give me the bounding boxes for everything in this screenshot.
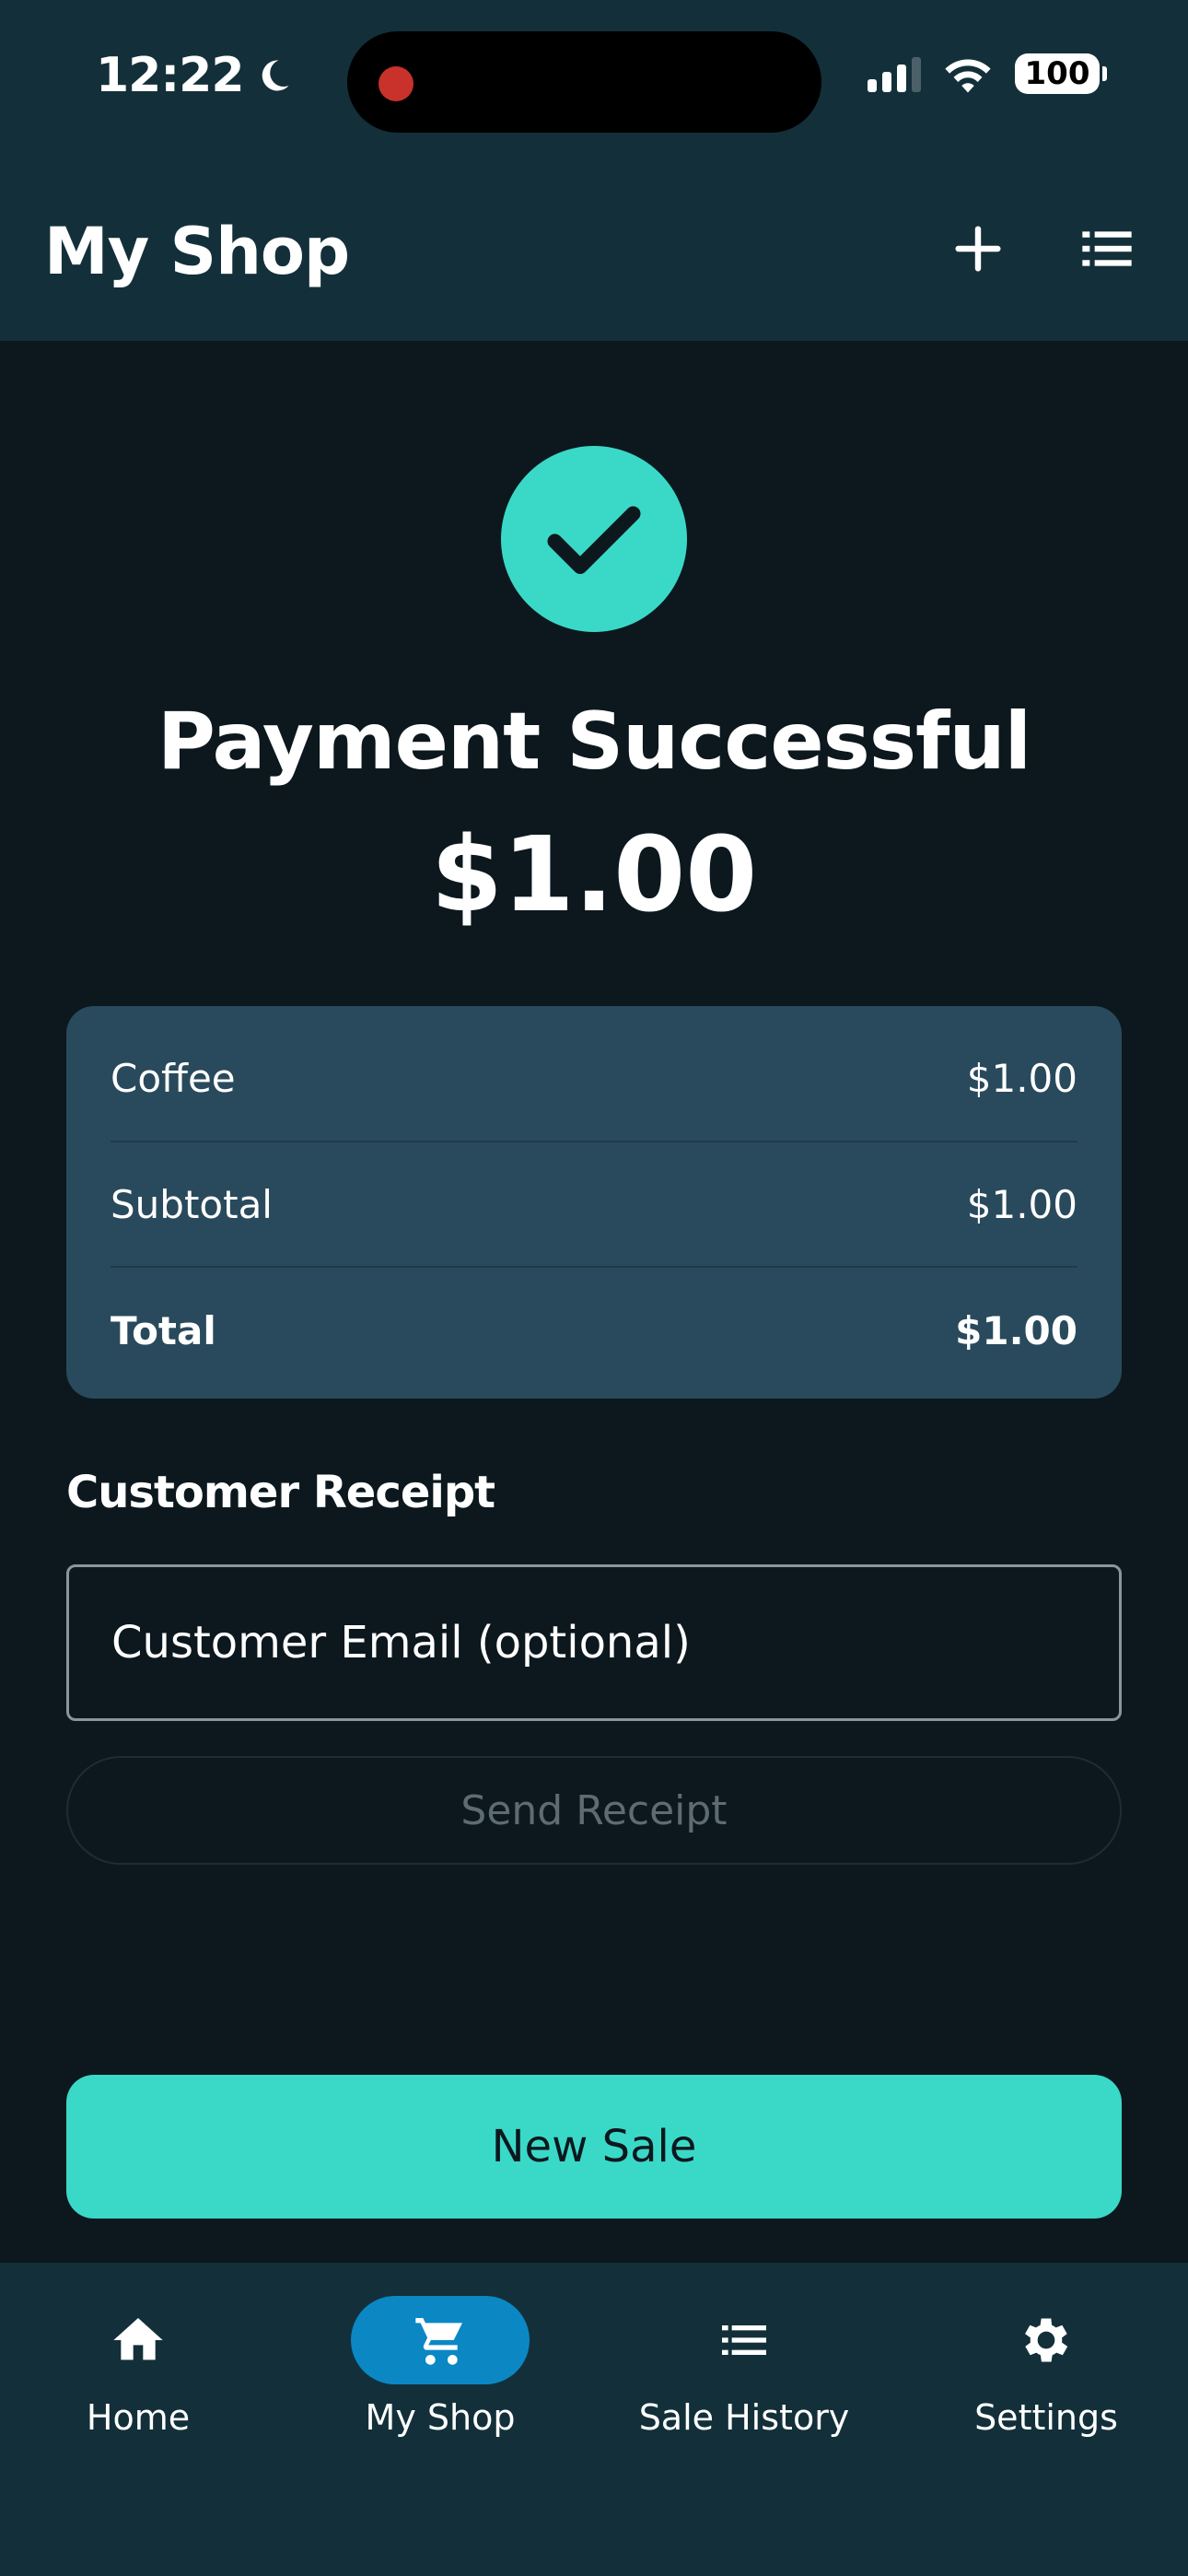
dynamic-island [347, 31, 821, 133]
summary-row-item: Coffee $1.00 [111, 1006, 1077, 1142]
summary-label: Total [111, 1307, 216, 1353]
list-icon[interactable] [1077, 219, 1136, 278]
payment-status-title: Payment Successful [157, 696, 1031, 788]
send-receipt-button[interactable]: Send Receipt [66, 1756, 1122, 1865]
nav-label: Settings [974, 2397, 1118, 2438]
page-title: My Shop [44, 214, 350, 289]
top-bar-region: 12:22 100 My Shop [0, 0, 1188, 341]
nav-label: Home [86, 2397, 191, 2438]
nav-item-settings[interactable]: Settings [908, 2296, 1184, 2471]
nav-icon-container [655, 2296, 833, 2384]
new-sale-button[interactable]: New Sale [66, 2075, 1122, 2219]
nav-item-my-shop[interactable]: My Shop [302, 2296, 578, 2471]
summary-label: Coffee [111, 1055, 236, 1101]
nav-label: My Shop [365, 2397, 516, 2438]
nav-icon-container [351, 2296, 530, 2384]
status-time: 12:22 [96, 48, 294, 103]
recording-indicator [379, 66, 413, 101]
nav-label: Sale History [638, 2397, 850, 2438]
summary-value: $1.00 [966, 1055, 1077, 1101]
summary-value: $1.00 [966, 1181, 1077, 1227]
payment-amount: $1.00 [430, 815, 758, 935]
customer-receipt-heading: Customer Receipt [66, 1467, 495, 1518]
nav-item-sale-history[interactable]: Sale History [606, 2296, 882, 2471]
cellular-signal-icon [868, 55, 921, 92]
order-summary-card: Coffee $1.00 Subtotal $1.00 Total $1.00 [66, 1006, 1122, 1399]
summary-label: Subtotal [111, 1181, 273, 1227]
summary-row-subtotal: Subtotal $1.00 [111, 1142, 1077, 1268]
nav-item-home[interactable]: Home [0, 2296, 276, 2471]
app-header: My Shop [0, 175, 1188, 341]
status-time-text: 12:22 [96, 48, 245, 103]
success-badge [501, 446, 687, 632]
wifi-icon [945, 59, 991, 93]
battery-level: 100 [1024, 55, 1090, 92]
nav-icon-container [957, 2296, 1136, 2384]
nav-icon-container [49, 2296, 227, 2384]
plus-icon[interactable] [949, 219, 1007, 278]
list-icon [722, 2325, 766, 2355]
summary-row-total: Total $1.00 [111, 1268, 1077, 1393]
summary-value: $1.00 [955, 1307, 1077, 1353]
status-indicators: 100 [868, 53, 1107, 94]
checkmark-icon [547, 506, 641, 574]
home-icon [113, 2318, 163, 2360]
moon-icon [262, 60, 289, 91]
customer-email-input[interactable] [66, 1564, 1122, 1721]
cart-icon [415, 2318, 462, 2365]
status-bar: 12:22 100 [0, 0, 1188, 166]
gear-icon [1025, 2318, 1068, 2362]
bottom-navigation: Home My Shop Sale History Settings [0, 2263, 1188, 2576]
battery-icon: 100 [1015, 53, 1107, 94]
